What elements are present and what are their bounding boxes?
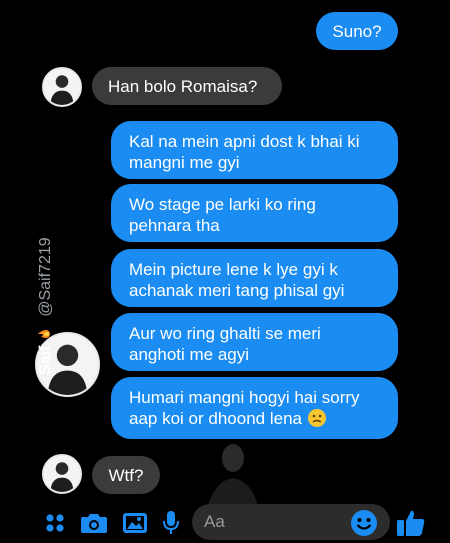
contact-avatar[interactable] bbox=[42, 67, 82, 107]
emoji-icon[interactable] bbox=[350, 509, 378, 537]
contact-avatar[interactable] bbox=[42, 454, 82, 494]
person-avatar-icon bbox=[44, 69, 80, 105]
microphone-icon[interactable] bbox=[162, 510, 180, 536]
fire-emoji-icon bbox=[37, 327, 51, 341]
watermark-name: Saif bbox=[37, 345, 54, 375]
like-icon[interactable] bbox=[396, 508, 426, 538]
message-bubble-outgoing[interactable]: Suno? bbox=[316, 12, 398, 50]
gallery-icon[interactable] bbox=[122, 511, 148, 535]
person-avatar-icon bbox=[44, 456, 80, 492]
message-input-placeholder: Aa bbox=[204, 512, 225, 531]
message-bubble-incoming[interactable]: Wtf? bbox=[92, 456, 160, 494]
message-bubble-outgoing[interactable]: Humari mangni hogyi hai sorry aap koi or… bbox=[111, 377, 398, 439]
message-bubble-outgoing[interactable]: Wo stage pe larki ko ring pehnara tha bbox=[111, 184, 398, 242]
message-text: Aur wo ring ghalti se meri anghoti me ag… bbox=[129, 324, 321, 364]
message-text: Wo stage pe larki ko ring pehnara tha bbox=[129, 195, 316, 235]
watermark: Saif @Saif7219 bbox=[37, 237, 67, 375]
message-bubble-outgoing[interactable]: Mein picture lene k lye gyi k achanak me… bbox=[111, 249, 398, 307]
message-text: Wtf? bbox=[108, 466, 144, 485]
apps-icon[interactable] bbox=[44, 512, 66, 534]
message-text: Suno? bbox=[332, 22, 382, 41]
worried-emoji-icon bbox=[307, 409, 326, 427]
message-bubble-incoming[interactable]: Han bolo Romaisa? bbox=[92, 67, 282, 105]
camera-icon[interactable] bbox=[80, 511, 108, 535]
watermark-handle: @Saif7219 bbox=[37, 237, 54, 317]
message-text: Kal na mein apni dost k bhai ki mangni m… bbox=[129, 132, 360, 172]
message-text: Mein picture lene k lye gyi k achanak me… bbox=[129, 260, 345, 300]
message-bubble-outgoing[interactable]: Aur wo ring ghalti se meri anghoti me ag… bbox=[111, 313, 398, 371]
message-text: Han bolo Romaisa? bbox=[108, 77, 258, 96]
message-bubble-outgoing[interactable]: Kal na mein apni dost k bhai ki mangni m… bbox=[111, 121, 398, 179]
